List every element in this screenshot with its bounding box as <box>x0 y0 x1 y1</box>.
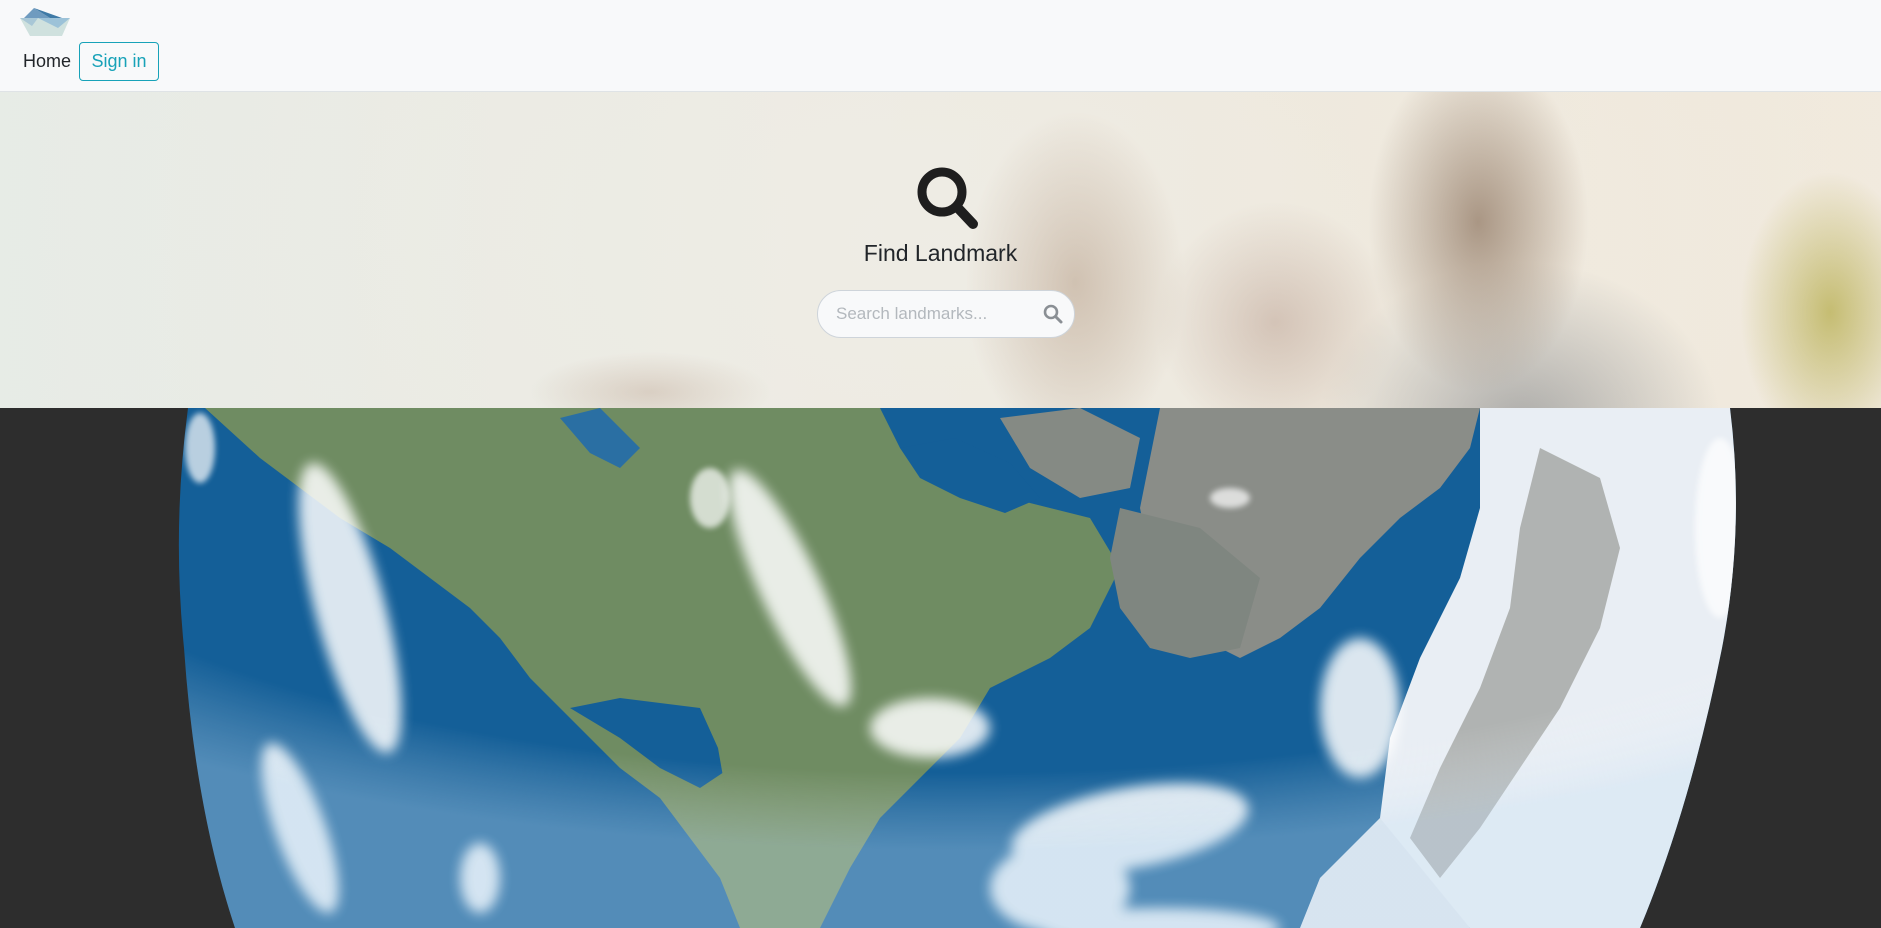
search-icon <box>917 167 978 229</box>
page-title: Find Landmark <box>863 240 1018 266</box>
search-button-icon[interactable] <box>1042 303 1064 325</box>
top-navbar: Home Sign in <box>0 0 1881 92</box>
sign-in-button[interactable]: Sign in <box>79 42 159 81</box>
earth-globe[interactable] <box>0 408 1881 928</box>
hero-banner: Find Landmark <box>0 92 1881 408</box>
search-box <box>817 290 1075 338</box>
paper-boat-icon[interactable] <box>18 6 72 38</box>
nav-home-link[interactable]: Home <box>23 51 71 72</box>
globe-viewer[interactable] <box>0 408 1881 928</box>
search-input[interactable] <box>836 291 1026 337</box>
